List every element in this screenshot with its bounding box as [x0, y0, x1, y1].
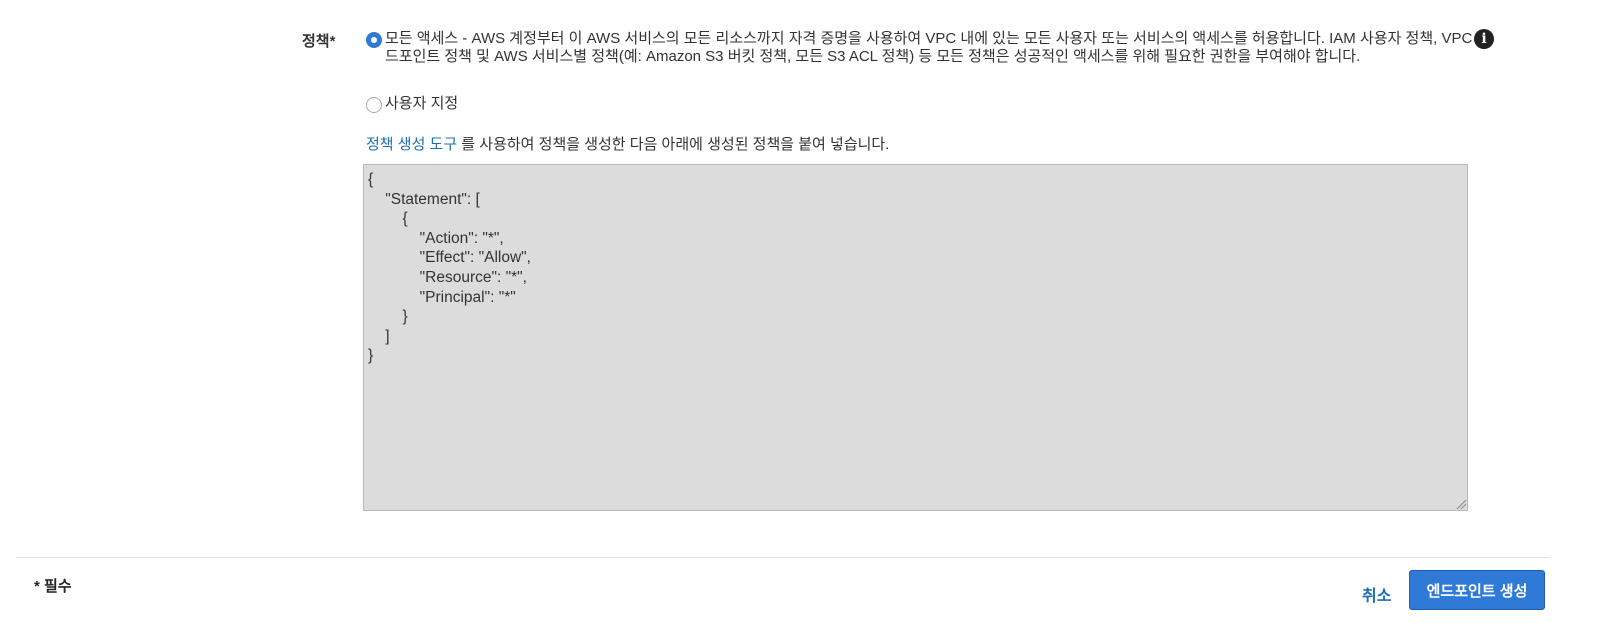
- custom-label: 사용자 지정: [385, 95, 459, 112]
- policy-helper-text: 정책 생성 도구 를 사용하여 정책을 생성한 다음 아래에 생성된 정책을 붙…: [366, 133, 889, 154]
- policy-generator-link[interactable]: 정책 생성 도구: [366, 136, 457, 153]
- policy-option-custom[interactable]: 사용자 지정: [366, 95, 458, 113]
- policy-label: 정책*: [302, 33, 336, 50]
- policy-option-full-access[interactable]: 모든 액세스 - AWS 계정부터 이 AWS 서비스의 모든 리소스까지 자격…: [366, 30, 1501, 66]
- create-endpoint-button[interactable]: 엔드포인트 생성: [1409, 570, 1545, 610]
- policy-json-editor[interactable]: { "Statement": [ { "Action": "*", "Effec…: [363, 164, 1468, 511]
- custom-radio[interactable]: [366, 97, 382, 113]
- create-endpoint-page: 정책* 모든 액세스 - AWS 계정부터 이 AWS 서비스의 모든 리소스까…: [0, 0, 1612, 640]
- full-access-radio[interactable]: [366, 32, 382, 48]
- resize-handle-icon[interactable]: [1455, 498, 1467, 510]
- required-note: * 필수: [34, 578, 72, 595]
- full-access-label: 모든 액세스 - AWS 계정부터 이 AWS 서비스의 모든 리소스까지 자격…: [385, 30, 1491, 65]
- helper-text: 를 사용하여 정책을 생성한 다음 아래에 생성된 정책을 붙여 넣습니다.: [457, 136, 890, 153]
- cancel-link[interactable]: 취소: [1362, 582, 1391, 606]
- info-circle-icon[interactable]: i: [1474, 29, 1494, 49]
- footer-divider: [16, 557, 1550, 558]
